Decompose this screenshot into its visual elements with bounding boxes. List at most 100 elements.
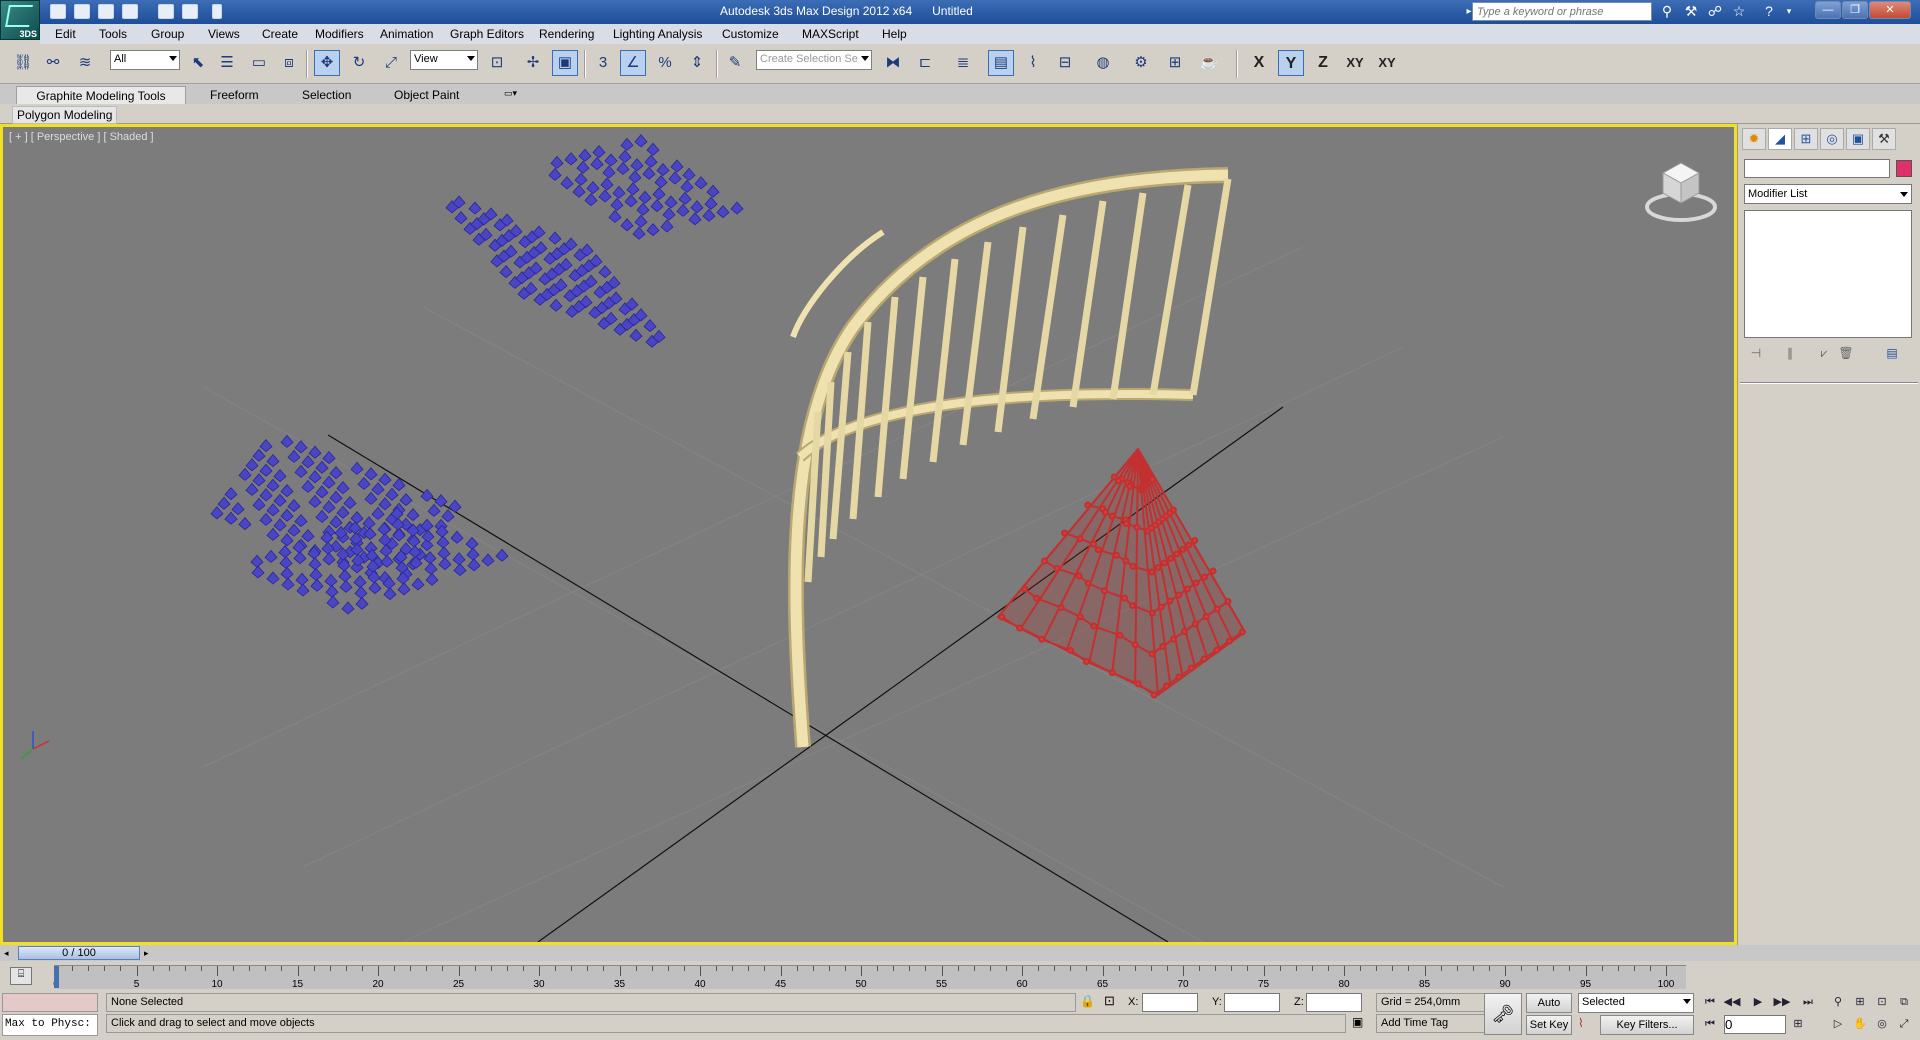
- selection-lock-icon[interactable]: 🔒: [1080, 994, 1095, 1008]
- pyramid-mesh[interactable]: [616, 161, 630, 175]
- window-crossing-icon[interactable]: ⧈: [276, 50, 302, 76]
- pyramid-mesh[interactable]: [371, 506, 385, 520]
- pyramid-mesh[interactable]: [338, 568, 352, 583]
- pyramid-mesh[interactable]: [217, 496, 231, 510]
- current-frame-field[interactable]: [1724, 1015, 1786, 1034]
- next-frame-arrow-icon[interactable]: ▸: [144, 948, 149, 959]
- menu-modifiers[interactable]: Modifiers: [315, 27, 364, 41]
- subscription-icon[interactable]: ⚒: [1682, 3, 1700, 20]
- pyramid-mesh[interactable]: [287, 449, 301, 463]
- pyramid-mesh[interactable]: [321, 541, 335, 555]
- menu-customize[interactable]: Customize: [722, 27, 779, 41]
- pyramid-mesh[interactable]: [586, 180, 600, 195]
- tab-freeform[interactable]: Freeform: [200, 86, 269, 104]
- set-key-button[interactable]: Set Key: [1526, 1015, 1572, 1035]
- pyramid-mesh[interactable]: [281, 577, 295, 591]
- baluster[interactable]: [1189, 178, 1232, 396]
- restore-button[interactable]: ❐: [1842, 1, 1868, 19]
- configure-modifier-sets-icon[interactable]: ▤: [1882, 346, 1902, 364]
- baluster[interactable]: [1109, 192, 1147, 400]
- link-icon[interactable]: ⛓: [10, 50, 36, 76]
- pyramid-mesh[interactable]: [279, 555, 293, 569]
- pyramid-mesh[interactable]: [378, 497, 392, 511]
- minimize-button[interactable]: —: [1815, 1, 1841, 19]
- pyramid-mesh[interactable]: [660, 219, 674, 233]
- ribbon-options-icon[interactable]: ▭▾: [494, 86, 527, 104]
- remove-modifier-icon[interactable]: 🗑: [1836, 346, 1856, 364]
- named-selection-sets-dropdown[interactable]: Create Selection Se: [756, 50, 872, 70]
- pyramid-mesh[interactable]: [626, 182, 640, 196]
- pyramid-mesh[interactable]: [322, 552, 336, 566]
- pyramid-mesh[interactable]: [329, 465, 343, 480]
- pyramid-mesh[interactable]: [662, 207, 676, 221]
- pyramid-mesh[interactable]: [425, 572, 439, 586]
- angle-snap-icon[interactable]: ∠: [620, 50, 646, 76]
- pyramid-mesh[interactable]: [280, 508, 294, 522]
- field-of-view-icon[interactable]: ▷: [1828, 1015, 1848, 1033]
- x-coordinate-field[interactable]: [1142, 993, 1198, 1012]
- pyramid-mesh[interactable]: [252, 448, 266, 462]
- pyramid-mesh[interactable]: [295, 572, 309, 586]
- pyramid-mesh[interactable]: [564, 152, 578, 166]
- pyramid-mesh[interactable]: [210, 506, 224, 520]
- set-key-mode-key-icon[interactable]: 🗝: [1484, 993, 1522, 1035]
- pyramid-mesh[interactable]: [266, 571, 280, 585]
- menu-create[interactable]: Create: [262, 27, 298, 41]
- reference-coordinate-dropdown[interactable]: View: [410, 50, 478, 70]
- pyramid-mesh[interactable]: [224, 486, 238, 501]
- pyramid-mesh[interactable]: [656, 162, 670, 177]
- menu-edit[interactable]: Edit: [55, 27, 76, 41]
- new-file-icon[interactable]: [50, 4, 66, 19]
- pyramid-mesh[interactable]: [315, 509, 329, 523]
- pyramid-mesh[interactable]: [453, 562, 467, 577]
- binoculars-icon[interactable]: ⚲: [1658, 3, 1676, 20]
- pyramid-mesh[interactable]: [670, 159, 684, 173]
- menu-lighting-analysis[interactable]: Lighting Analysis: [613, 27, 702, 41]
- pyramid-mesh[interactable]: [238, 516, 252, 531]
- percent-snap-icon[interactable]: %: [652, 50, 678, 76]
- perspective-viewport[interactable]: [ + ] [ Perspective ] [ Shaded ]: [0, 124, 1737, 945]
- pyramid-mesh[interactable]: [608, 209, 622, 223]
- open-file-icon[interactable]: [74, 4, 90, 19]
- pyramid-mesh[interactable]: [632, 226, 646, 240]
- menu-tools[interactable]: Tools: [99, 27, 127, 41]
- pyramid-mesh[interactable]: [392, 528, 406, 542]
- pyramid-mesh[interactable]: [354, 585, 368, 599]
- pyramid-mesh[interactable]: [343, 495, 357, 510]
- baluster[interactable]: [1149, 184, 1192, 396]
- pyramid-mesh[interactable]: [293, 550, 307, 565]
- select-object-icon[interactable]: ⬉: [185, 50, 211, 76]
- tab-selection[interactable]: Selection: [292, 86, 361, 104]
- pyramid-mesh[interactable]: [273, 518, 287, 532]
- align-icon[interactable]: ⊏: [912, 50, 938, 76]
- z-coordinate-field[interactable]: [1306, 993, 1362, 1012]
- favorites-star-icon[interactable]: ☆: [1730, 3, 1748, 20]
- pyramid-mesh[interactable]: [650, 198, 664, 213]
- pyramid-mesh[interactable]: [264, 549, 278, 563]
- pyramid-mesh[interactable]: [690, 200, 704, 214]
- pyramid-mesh[interactable]: [341, 601, 355, 615]
- pyramid-mesh[interactable]: [424, 561, 438, 575]
- pyramid-mesh[interactable]: [259, 512, 273, 526]
- pyramid-mesh[interactable]: [598, 264, 612, 279]
- pyramid-mesh[interactable]: [730, 201, 744, 215]
- pyramid-mesh[interactable]: [301, 479, 315, 493]
- pyramid-mesh[interactable]: [654, 174, 668, 189]
- pyramid-mesh[interactable]: [399, 492, 413, 507]
- pyramid-mesh[interactable]: [266, 527, 280, 541]
- frame-ruler[interactable]: 0510152025303540455055606570758085909510…: [53, 965, 1686, 990]
- pyramid-mesh[interactable]: [549, 298, 563, 312]
- pyramid-mesh[interactable]: [350, 510, 364, 525]
- pyramid-mesh[interactable]: [259, 488, 273, 502]
- pyramid-mesh[interactable]: [273, 468, 287, 483]
- pyramid-mesh[interactable]: [644, 154, 658, 168]
- modifier-list-dropdown[interactable]: Modifier List: [1744, 184, 1912, 204]
- schematic-view-icon[interactable]: ⊟: [1052, 50, 1078, 76]
- baluster[interactable]: [1069, 200, 1107, 408]
- graphite-toggle-icon[interactable]: ▤: [988, 50, 1014, 76]
- select-and-rotate-icon[interactable]: ↻: [346, 50, 372, 76]
- pyramid-mesh[interactable]: [629, 328, 643, 342]
- menu-rendering[interactable]: Rendering: [539, 27, 594, 41]
- quick-access-dropdown-icon[interactable]: [212, 4, 222, 19]
- select-by-name-icon[interactable]: ☰: [214, 50, 240, 76]
